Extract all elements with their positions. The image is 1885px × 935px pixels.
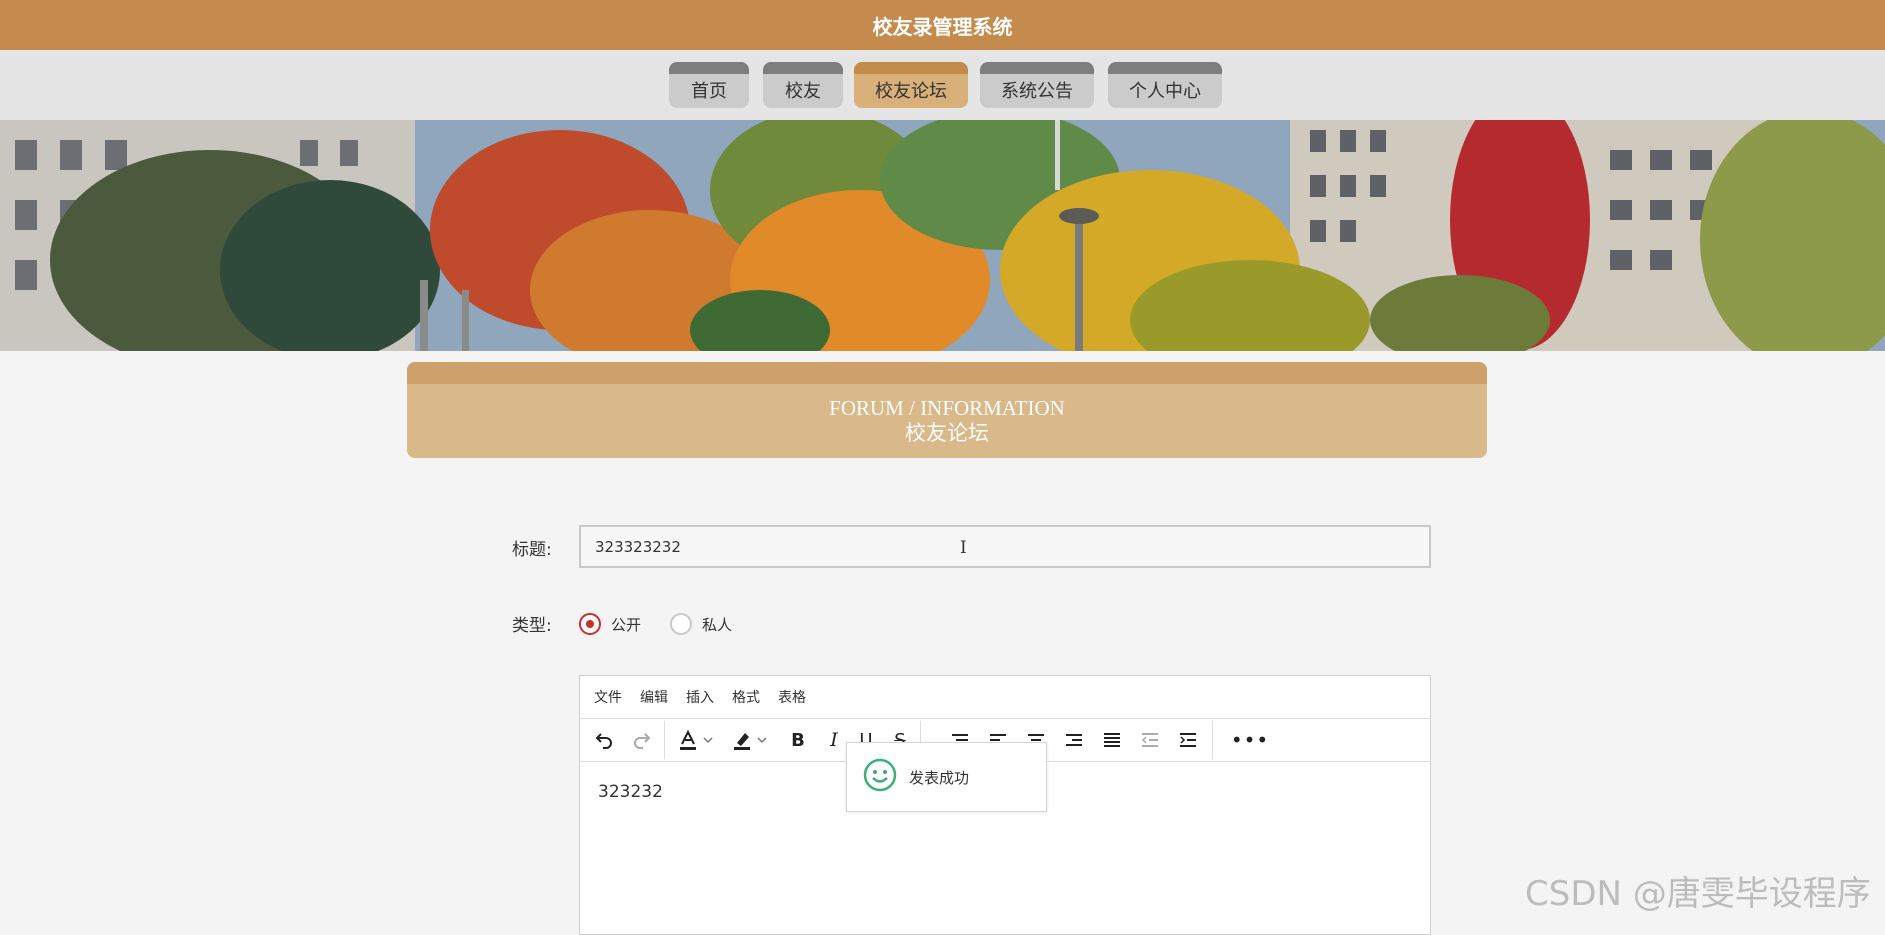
nav-home-label: 首页: [691, 81, 727, 102]
title-input[interactable]: [579, 525, 1431, 568]
app-title: 校友录管理系统: [872, 14, 1013, 39]
font-color-icon[interactable]: [674, 726, 702, 754]
text-cursor-icon: I: [960, 538, 967, 558]
radio-private-label[interactable]: 私人: [702, 614, 732, 635]
nav-personal-center[interactable]: 个人中心: [1108, 62, 1222, 108]
banner-illustration: [0, 120, 1885, 351]
justify-icon[interactable]: [1098, 726, 1126, 754]
font-color-dropdown-icon[interactable]: [700, 726, 716, 754]
nav-announcements[interactable]: 系统公告: [980, 62, 1094, 108]
nav-personal-center-label: 个人中心: [1129, 81, 1201, 102]
highlight-dropdown-icon[interactable]: [754, 726, 770, 754]
nav-alumni-label: 校友: [785, 81, 821, 102]
nav-forum[interactable]: 校友论坛: [854, 62, 968, 108]
app-title-bar: 校友录管理系统: [0, 0, 1885, 50]
main-nav: 首页 校友 校友论坛 系统公告 个人中心: [0, 50, 1885, 120]
section-header: FORUM / INFORMATION 校友论坛: [407, 362, 1487, 458]
italic-icon[interactable]: I: [820, 726, 848, 754]
indent-icon[interactable]: [1174, 726, 1202, 754]
nav-home[interactable]: 首页: [669, 62, 749, 108]
menu-edit[interactable]: 编辑: [640, 687, 676, 707]
menu-insert[interactable]: 插入: [686, 687, 722, 707]
redo-icon[interactable]: [628, 726, 656, 754]
section-header-strip: [407, 362, 1487, 384]
section-title-en: FORUM / INFORMATION: [829, 396, 1065, 420]
nav-announcements-label: 系统公告: [1001, 81, 1073, 102]
type-label: 类型:: [512, 616, 552, 636]
more-icon[interactable]: •••: [1231, 726, 1268, 754]
menu-format[interactable]: 格式: [732, 687, 768, 707]
success-toast: 发表成功: [846, 742, 1047, 812]
radio-public[interactable]: [579, 613, 601, 635]
outdent-icon[interactable]: [1136, 726, 1164, 754]
menu-table[interactable]: 表格: [778, 687, 814, 707]
banner-image: [0, 120, 1885, 351]
nav-forum-label: 校友论坛: [875, 81, 947, 102]
toast-message: 发表成功: [909, 768, 970, 787]
title-label: 标题:: [512, 540, 552, 560]
menu-file[interactable]: 文件: [594, 687, 630, 707]
align-right-icon[interactable]: [1060, 726, 1088, 754]
radio-public-label[interactable]: 公开: [611, 614, 641, 635]
section-title-cn: 校友论坛: [905, 421, 989, 445]
highlight-icon[interactable]: [728, 726, 756, 754]
smiley-icon: [863, 758, 897, 796]
nav-alumni[interactable]: 校友: [763, 62, 843, 108]
radio-private[interactable]: [670, 613, 692, 635]
undo-icon[interactable]: [590, 726, 618, 754]
bold-icon[interactable]: B: [784, 726, 812, 754]
editor-menubar: 文件 编辑 插入 格式 表格: [580, 676, 1430, 719]
watermark: CSDN @唐雯毕设程序: [1525, 874, 1871, 914]
